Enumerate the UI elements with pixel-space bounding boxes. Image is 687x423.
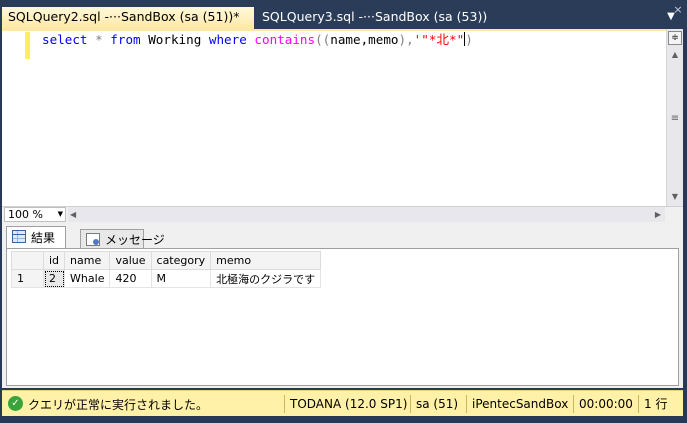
- tab-label: SQLQuery3.sql -···SandBox (sa (53)): [262, 9, 488, 24]
- status-elapsed: 00:00:00: [573, 395, 636, 413]
- window-frame: [0, 417, 687, 423]
- row-number[interactable]: 1: [11, 269, 44, 288]
- tab-label: SQLQuery2.sql -···SandBox (sa (51))*: [8, 9, 240, 24]
- tab-sqlquery2[interactable]: SQLQuery2.sql -···SandBox (sa (51))*: [2, 7, 254, 29]
- editor-vertical-scrollbar[interactable]: ≑ ▲ ≡ ▼: [666, 29, 683, 206]
- status-user: sa (51): [410, 395, 463, 413]
- column-header[interactable]: name: [64, 251, 111, 270]
- column-header[interactable]: category: [150, 251, 212, 270]
- paren-open: ((: [315, 32, 331, 47]
- tab-results[interactable]: 結果: [6, 226, 66, 249]
- status-database: iPentecSandBox: [466, 395, 570, 413]
- table-name: Working: [148, 32, 202, 47]
- table-row[interactable]: 1 2 Whale 420 M 北極海のクジラです: [11, 269, 322, 288]
- column-header[interactable]: memo: [210, 251, 322, 270]
- editor-horizontal-scrollbar[interactable]: ◀ ▶: [68, 207, 665, 222]
- grid-cell[interactable]: 420: [109, 269, 152, 288]
- paren-end: ): [465, 32, 473, 47]
- chevron-down-icon[interactable]: ▼: [662, 9, 680, 25]
- split-icon[interactable]: ≑: [668, 31, 682, 45]
- document-tab-strip: SQLQuery2.sql -···SandBox (sa (51))* SQL…: [0, 0, 687, 29]
- scroll-left-icon[interactable]: ◀: [70, 207, 76, 222]
- grid-cell[interactable]: M: [150, 269, 212, 288]
- code-line[interactable]: select * from Working where contains((na…: [42, 32, 473, 48]
- operator-star: *: [95, 32, 103, 47]
- tab-messages-label: メッセージ: [105, 233, 165, 247]
- row-number-header[interactable]: [11, 251, 44, 270]
- column-list: name,memo: [330, 32, 399, 47]
- scroll-down-icon[interactable]: ▼: [668, 190, 682, 204]
- editor-margin: [2, 31, 24, 206]
- zoom-select[interactable]: 100 % ▼: [4, 207, 66, 222]
- status-rows: 1 行: [638, 395, 682, 413]
- grid-cell[interactable]: 2: [42, 269, 66, 288]
- grid-header-row: id name value category memo: [11, 251, 322, 270]
- column-header[interactable]: id: [42, 251, 66, 270]
- tab-messages[interactable]: メッセージ: [80, 229, 165, 248]
- tab-results-label: 結果: [31, 231, 56, 245]
- change-marker: [25, 32, 30, 59]
- paren-close-comma: ),: [398, 32, 414, 47]
- chevron-down-icon: ▼: [57, 210, 63, 218]
- results-grid-area[interactable]: id name value category memo 1 2 Whale 42…: [6, 248, 679, 386]
- keyword-from: from: [110, 32, 141, 47]
- query-editor[interactable]: select * from Working where contains((na…: [2, 29, 666, 206]
- scroll-up-icon[interactable]: ▲: [668, 48, 682, 62]
- success-check-icon: ✓: [8, 396, 23, 411]
- keyword-select: select: [42, 32, 88, 47]
- string-literal: '"*北*": [413, 32, 465, 47]
- function-contains: contains: [254, 32, 316, 47]
- scroll-grip-icon[interactable]: ≡: [670, 114, 680, 124]
- grid-icon: [12, 230, 26, 243]
- column-header[interactable]: value: [109, 251, 152, 270]
- tab-sqlquery3[interactable]: SQLQuery3.sql -···SandBox (sa (53)): [256, 7, 487, 29]
- keyword-where: where: [208, 32, 247, 47]
- zoom-row: 100 % ▼ ◀ ▶: [2, 206, 683, 222]
- results-panel: 結果 メッセージ id name value category memo 1 2: [2, 222, 683, 388]
- status-message: クエリが正常に実行されました。: [28, 398, 209, 412]
- status-bar: ✓ クエリが正常に実行されました。 TODANA (12.0 SP1) sa (…: [2, 390, 683, 416]
- scroll-right-icon[interactable]: ▶: [655, 207, 661, 222]
- status-server: TODANA (12.0 SP1): [284, 395, 407, 413]
- message-icon: [86, 233, 100, 246]
- grid-cell[interactable]: Whale: [64, 269, 111, 288]
- zoom-value: 100 %: [8, 208, 43, 221]
- grid-cell[interactable]: 北極海のクジラです: [210, 269, 322, 288]
- results-grid[interactable]: id name value category memo 1 2 Whale 42…: [11, 251, 322, 288]
